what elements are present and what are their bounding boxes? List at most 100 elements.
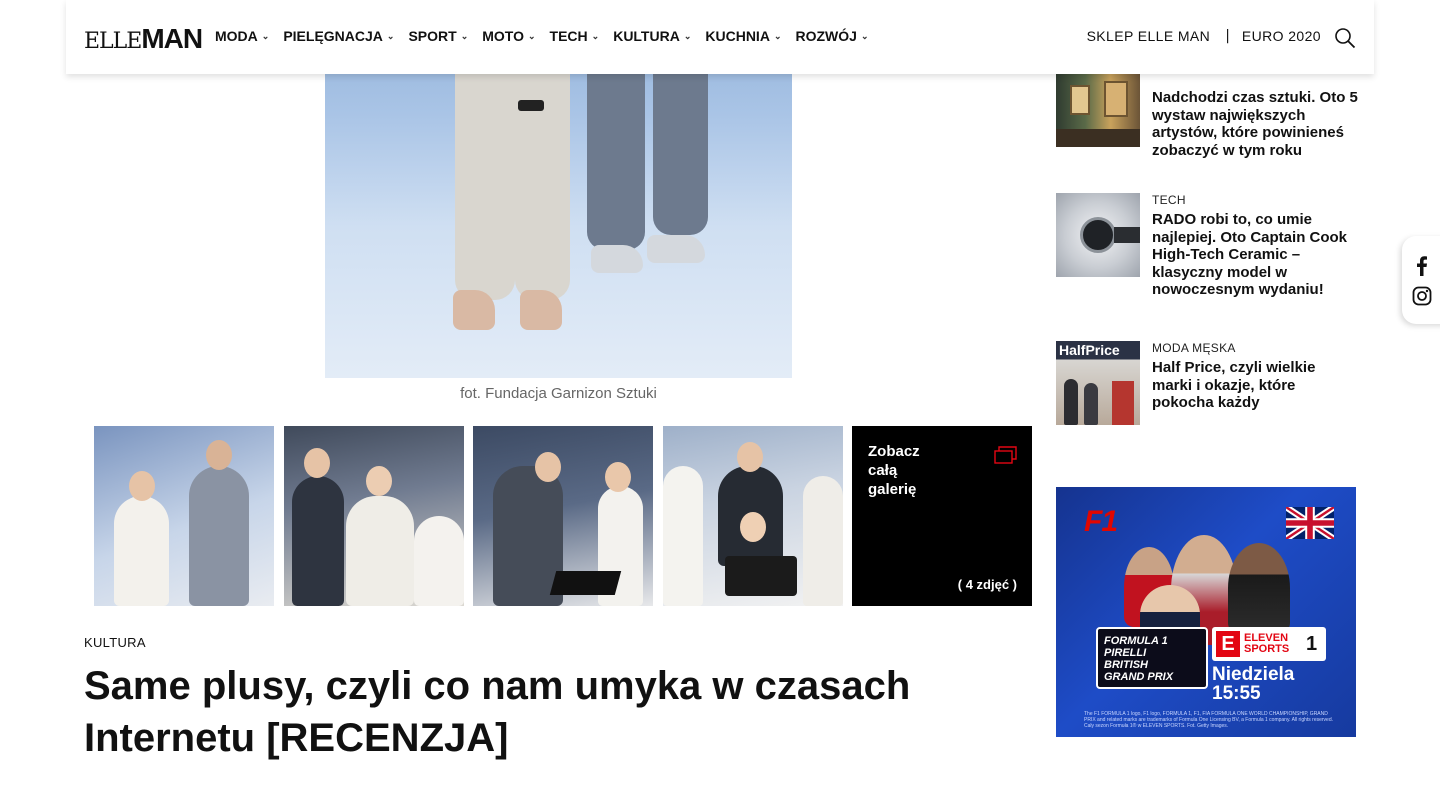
logo-elle: ELLE	[84, 29, 142, 54]
sidebar-article-title[interactable]: RADO robi to, co umie najlepiej. Oto Cap…	[1152, 211, 1358, 299]
photo-figure	[206, 440, 232, 470]
sidebar-article-thumb[interactable]	[1056, 193, 1140, 277]
nav-item-moto[interactable]: MOTO ⌄	[482, 28, 535, 44]
nav-item-rozwoj[interactable]: ROZWÓJ ⌄	[795, 28, 868, 44]
nav-label: PIELĘGNACJA	[283, 28, 383, 44]
chevron-down-icon: ⌄	[386, 30, 395, 41]
photo-figure	[1114, 227, 1140, 243]
sidebar-article-thumb[interactable]: HalfPrice	[1056, 341, 1140, 425]
ad-driver	[1228, 543, 1290, 633]
f1-ad-banner[interactable]: F1 FORMULA 1 PIRELLI BRITISH GRAND PRIX …	[1056, 487, 1356, 737]
euro-2020-link[interactable]: EURO 2020	[1242, 28, 1321, 44]
gallery-stack-icon	[994, 446, 1017, 464]
search-icon[interactable]	[1334, 27, 1356, 49]
ad-schedule: Niedziela 15:55	[1212, 665, 1332, 703]
photo-figure	[803, 476, 843, 606]
eleven-sports-number: 1	[1306, 632, 1318, 655]
photo-caption: fot. Fundacja Garnizon Sztuki	[460, 385, 657, 402]
photo-figure	[725, 556, 797, 596]
nav-item-kultura[interactable]: KULTURA ⌄	[613, 28, 691, 44]
nav-item-sport[interactable]: SPORT ⌄	[408, 28, 468, 44]
sidebar-thumb-text: HalfPrice	[1059, 342, 1120, 358]
eleven-e-icon: E	[1216, 631, 1240, 657]
chevron-down-icon: ⌄	[527, 30, 536, 41]
gp-line: GRAND PRIX	[1104, 671, 1174, 683]
article-category[interactable]: KULTURA	[84, 635, 146, 650]
uk-flag-icon	[1286, 507, 1334, 539]
facebook-icon[interactable]	[1412, 256, 1432, 276]
main-nav: MODA ⌄ PIELĘGNACJA ⌄ SPORT ⌄ MOTO ⌄ TECH ⌄ KU…	[215, 28, 882, 44]
sidebar-article-thumb[interactable]	[1056, 63, 1140, 147]
chevron-down-icon: ⌄	[460, 30, 469, 41]
nav-item-kuchnia[interactable]: KUCHNIA ⌄	[705, 28, 781, 44]
photo-figure	[414, 516, 464, 606]
photo-figure	[647, 235, 705, 263]
sidebar-article-title[interactable]: Half Price, czyli wielkie marki i okazje…	[1152, 359, 1358, 412]
elle-man-logo[interactable]: ELLE MAN	[84, 23, 203, 54]
chevron-down-icon: ⌄	[261, 30, 270, 41]
photo-figure	[1112, 381, 1134, 425]
chevron-down-icon: ⌄	[683, 30, 692, 41]
photo-figure	[1064, 379, 1078, 425]
sidebar-article-category[interactable]: TECH	[1152, 193, 1186, 207]
gallery-view-all-label: Zobacz całą galerię	[868, 443, 920, 498]
gallery-thumb[interactable]	[663, 426, 843, 606]
f1-logo: F1	[1084, 505, 1118, 538]
sidebar-article[interactable]: TECH RADO robi to, co umie najlepiej. Ot…	[1056, 193, 1356, 303]
nav-label: KULTURA	[613, 28, 680, 44]
photo-figure	[1080, 217, 1116, 253]
british-gp-card: FORMULA 1 PIRELLI BRITISH GRAND PRIX	[1096, 627, 1208, 689]
gallery-thumb[interactable]	[94, 426, 274, 606]
photo-figure	[366, 466, 392, 496]
photo-figure	[292, 476, 344, 606]
photo-figure	[518, 100, 544, 111]
shop-link[interactable]: SKLEP ELLE MAN	[1087, 28, 1211, 44]
nav-item-tech[interactable]: TECH ⌄	[550, 28, 600, 44]
photo-figure	[1104, 81, 1128, 117]
ad-legal-text: The F1 FORMULA 1 logo, F1 logo, FORMULA …	[1084, 711, 1333, 729]
gallery-view-all-button[interactable]: Zobacz całą galerię ( 4 zdjęć )	[852, 426, 1032, 606]
gp-line: FORMULA 1	[1104, 635, 1168, 647]
site-header: ELLE MAN MODA ⌄ PIELĘGNACJA ⌄ SPORT ⌄ MOTO ⌄…	[66, 0, 1374, 74]
header-links: SKLEP ELLE MAN | EURO 2020	[1087, 28, 1321, 44]
chevron-down-icon: ⌄	[773, 30, 782, 41]
ad-time: 15:55	[1212, 683, 1261, 704]
sidebar-article-category[interactable]: MODA MĘSKA	[1152, 341, 1236, 355]
gp-line: BRITISH	[1104, 659, 1148, 671]
article-title: Same plusy, czyli co nam umyka w czasach…	[84, 664, 911, 760]
photo-figure	[737, 442, 763, 472]
photo-figure	[129, 471, 155, 501]
nav-label: TECH	[549, 28, 588, 44]
nav-item-moda[interactable]: MODA ⌄	[215, 28, 269, 44]
gallery-thumb[interactable]	[473, 426, 653, 606]
instagram-icon[interactable]	[1412, 286, 1432, 306]
nav-label: ROZWÓJ	[795, 28, 857, 44]
social-share-bar	[1402, 236, 1440, 324]
sidebar-article-title[interactable]: Nadchodzi czas sztuki. Oto 5 wystaw najw…	[1152, 89, 1358, 159]
logo-man: MAN	[141, 23, 203, 54]
nav-label: KUCHNIA	[705, 28, 770, 44]
photo-figure	[663, 466, 703, 606]
photo-figure	[591, 245, 643, 273]
photo-figure	[535, 452, 561, 482]
photo-figure	[453, 290, 495, 330]
photo-figure	[114, 496, 169, 606]
chevron-down-icon: ⌄	[591, 30, 600, 41]
gp-line: PIRELLI	[1104, 647, 1147, 659]
photo-figure	[1084, 383, 1098, 425]
gallery-photo-count: ( 4 zdjęć )	[957, 577, 1017, 592]
eleven-sports-label: ELEVEN SPORTS	[1244, 632, 1290, 655]
photo-figure	[740, 512, 766, 542]
nav-label: SPORT	[408, 28, 457, 44]
photo-figure	[346, 496, 414, 606]
nav-item-pielegnacja[interactable]: PIELĘGNACJA ⌄	[283, 28, 394, 44]
sidebar-article[interactable]: HalfPrice MODA MĘSKA Half Price, czyli w…	[1056, 341, 1356, 431]
photo-figure	[189, 466, 249, 606]
gallery-thumb[interactable]	[284, 426, 464, 606]
sidebar-article[interactable]: Nadchodzi czas sztuki. Oto 5 wystaw najw…	[1056, 63, 1358, 159]
photo-figure	[605, 462, 631, 492]
photo-figure	[515, 40, 570, 300]
photo-figure	[304, 448, 330, 478]
chevron-down-icon: ⌄	[860, 30, 869, 41]
photo-figure	[455, 40, 515, 300]
